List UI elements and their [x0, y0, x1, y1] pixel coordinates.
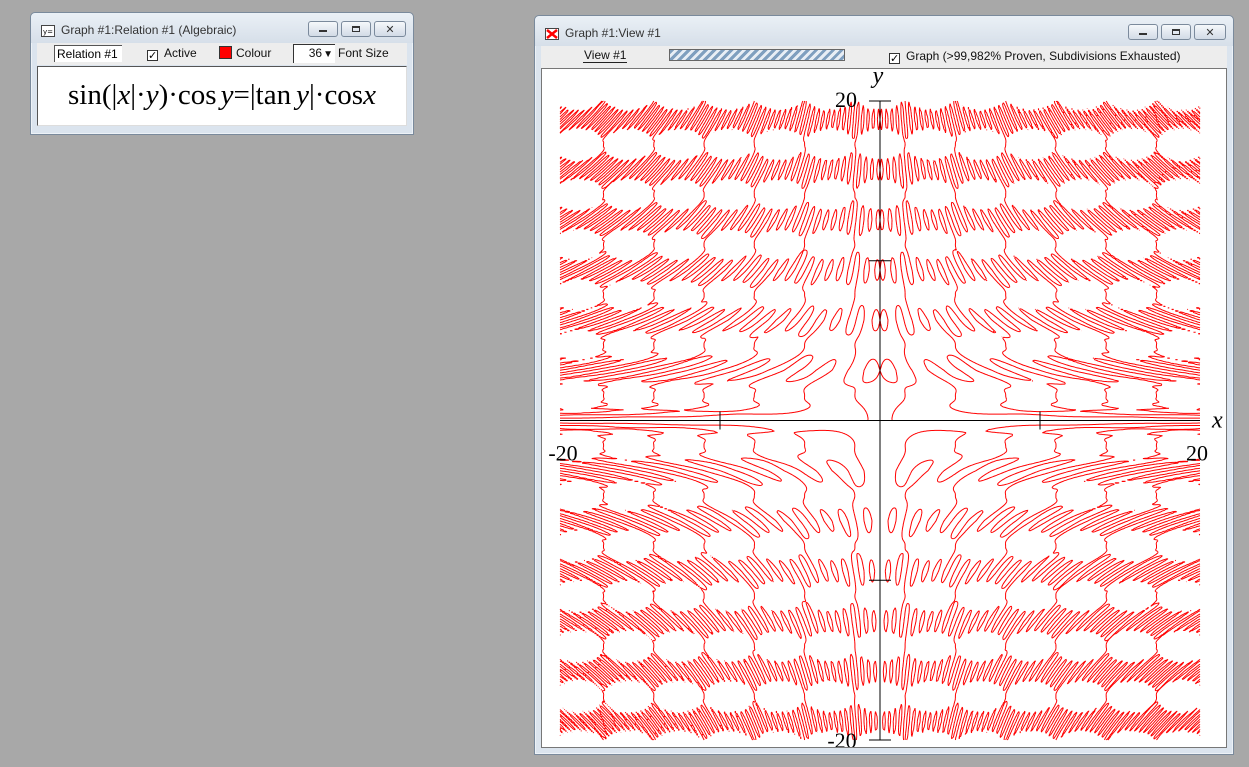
- view-minimize-button[interactable]: [1128, 24, 1158, 40]
- relation-window: y= Graph #1:Relation #1 (Algebraic) ✕ ✓A…: [30, 12, 414, 135]
- eq-dot2: ·: [168, 79, 178, 111]
- graph-canvas[interactable]: -20 20 20 -20 x y: [541, 68, 1227, 748]
- view-restore-button[interactable]: [1161, 24, 1191, 40]
- y-tick-label-min: -20: [827, 728, 856, 747]
- close-icon: ✕: [385, 22, 395, 36]
- eq-y1: y: [145, 79, 159, 111]
- relation-window-icon: y=: [41, 24, 55, 37]
- eq-y2: y: [220, 79, 234, 111]
- relation-window-titlebar[interactable]: y= Graph #1:Relation #1 (Algebraic) ✕: [31, 13, 413, 43]
- graph-plot: -20 20 20 -20 x y: [548, 69, 1223, 747]
- minimize-icon: [319, 30, 327, 32]
- eq-tan: tan: [255, 79, 292, 111]
- relation-window-title: Graph #1:Relation #1 (Algebraic): [61, 23, 237, 37]
- graph-checkbox[interactable]: ✓ Graph (>99,982% Proven, Subdivisions Ex…: [889, 49, 1181, 64]
- eq-equals: =: [233, 79, 250, 111]
- eq-dot1: ·: [136, 79, 146, 111]
- graph-check-icon: ✓: [889, 52, 900, 65]
- y-axis-label: y: [871, 69, 884, 89]
- graph-progress-bar: [669, 49, 845, 61]
- graph-status-label: Graph (>99,982% Proven, Subdivisions Exh…: [906, 49, 1181, 63]
- eq-rparen: ): [158, 79, 169, 111]
- view-window-title: Graph #1:View #1: [565, 26, 661, 40]
- eq-sin: sin: [68, 79, 102, 111]
- colour-label: Colour: [236, 46, 272, 60]
- eq-y3: y: [296, 79, 309, 111]
- colour-swatch: [219, 46, 232, 59]
- y-tick-label-max: 20: [835, 87, 857, 112]
- close-button[interactable]: ✕: [374, 21, 406, 37]
- minimize-button[interactable]: [308, 21, 338, 37]
- active-checkbox[interactable]: ✓ Active: [147, 46, 197, 61]
- active-check-icon: ✓: [147, 49, 158, 62]
- eq-cos2: cos: [324, 79, 364, 111]
- active-label: Active: [164, 46, 197, 60]
- relation-name-field[interactable]: [54, 45, 122, 62]
- chevron-down-icon: ▼: [323, 49, 333, 60]
- font-size-label: Font Size: [338, 46, 389, 60]
- font-size-select[interactable]: 36▼: [293, 44, 335, 63]
- x-axis-label: x: [1211, 408, 1223, 434]
- eq-x2: x: [363, 79, 376, 111]
- restore-button[interactable]: [341, 21, 371, 37]
- close-icon: ✕: [1205, 25, 1215, 39]
- restore-icon: [352, 26, 360, 32]
- restore-icon: [1172, 29, 1180, 35]
- svg-text:y=: y=: [43, 28, 53, 36]
- eq-cos1: cos: [177, 79, 217, 111]
- minimize-icon: [1139, 33, 1147, 35]
- font-size-value: 36: [308, 46, 323, 60]
- view-window: Graph #1:View #1 ✕ View #1 ✓ Graph (>99,9…: [534, 15, 1234, 755]
- view-toolbar: View #1 ✓ Graph (>99,982% Proven, Subdivi…: [541, 46, 1227, 68]
- x-tick-label-max: 20: [1186, 441, 1208, 466]
- view-window-titlebar[interactable]: Graph #1:View #1 ✕: [535, 16, 1233, 46]
- eq-lparen: (: [101, 79, 112, 111]
- view-window-icon: [545, 27, 559, 40]
- equation-display: sin(|x|·y)·cos y=|tan y|·cosx: [38, 79, 406, 112]
- eq-x1: x: [117, 79, 131, 111]
- view-tab[interactable]: View #1: [583, 48, 628, 63]
- eq-dot3: ·: [314, 79, 325, 111]
- x-tick-label-min: -20: [548, 441, 577, 466]
- view-close-button[interactable]: ✕: [1194, 24, 1226, 40]
- relation-toolbar: ✓ Active Colour 36▼ Font Size: [37, 43, 407, 65]
- colour-picker[interactable]: Colour: [219, 46, 271, 60]
- equation-area[interactable]: sin(|x|·y)·cos y=|tan y|·cosx: [37, 66, 407, 126]
